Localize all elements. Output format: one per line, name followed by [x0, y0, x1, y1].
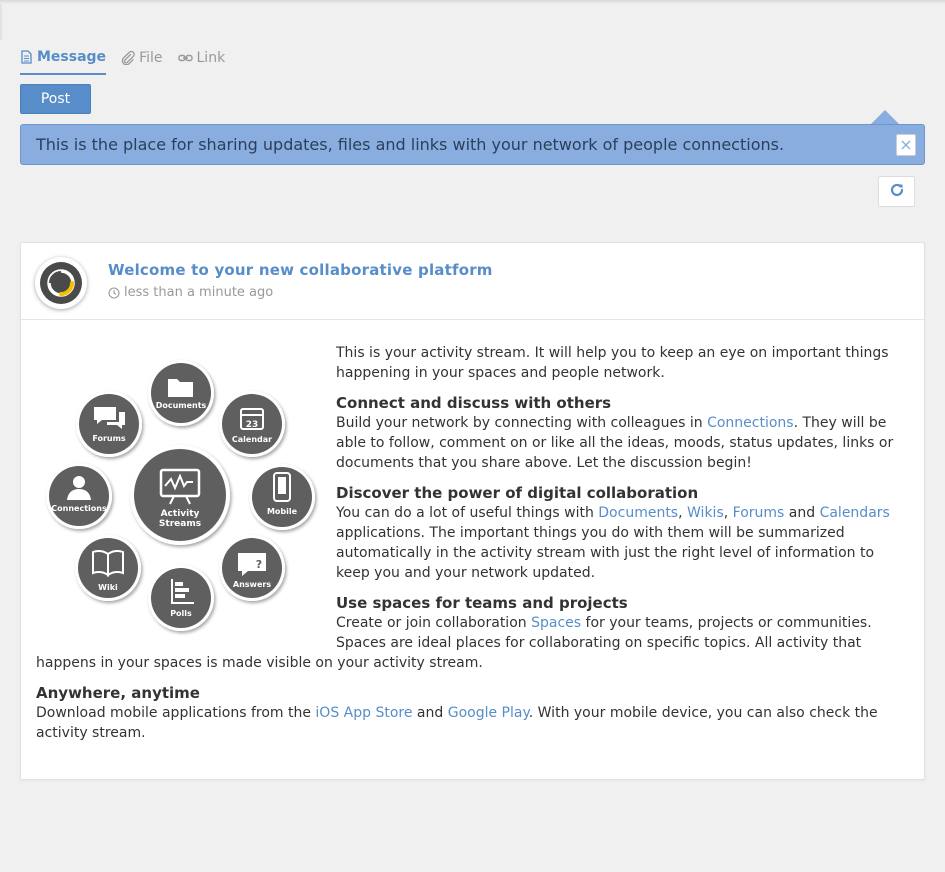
activity-card: Welcome to your new collaborative platfo… — [20, 242, 925, 780]
tab-message[interactable]: Message — [20, 44, 107, 75]
feature-node-polls: Polls — [148, 565, 214, 631]
activity-title[interactable]: Welcome to your new collaborative platfo… — [108, 261, 493, 279]
document-icon — [20, 50, 33, 64]
text-fragment: applications. The important things you d… — [336, 525, 875, 581]
feature-center-line2: Streams — [159, 519, 201, 529]
section-text-mobile: Download mobile applications from the iO… — [36, 703, 911, 743]
feature-label-forums: Forums — [92, 434, 126, 443]
feature-label-calendar: Calendar — [232, 435, 272, 444]
feature-node-calendar: 23 Calendar — [219, 391, 285, 457]
feature-label-answers: Answers — [233, 580, 271, 589]
documents-link[interactable]: Documents — [598, 505, 678, 521]
text-fragment: Download mobile applications from the — [36, 705, 316, 721]
avatar[interactable] — [35, 257, 87, 309]
platform-features-illustration: Activity Streams Documents 23 Calendar M… — [46, 360, 315, 631]
feature-node-connections: Connections — [46, 463, 112, 529]
tab-file-label: File — [139, 50, 163, 66]
text-fragment: and — [412, 705, 448, 721]
feature-node-mobile: Mobile — [249, 464, 315, 530]
ios-app-store-link[interactable]: iOS App Store — [315, 705, 412, 721]
svg-text:23: 23 — [246, 420, 259, 430]
tab-link[interactable]: Link — [177, 44, 226, 72]
feature-label-mobile: Mobile — [267, 507, 298, 516]
activity-timestamp: less than a minute ago — [108, 285, 273, 300]
feature-center-node: Activity Streams — [130, 445, 230, 545]
spaces-link[interactable]: Spaces — [531, 615, 581, 631]
info-banner: This is the place for sharing updates, f… — [20, 124, 925, 165]
connections-link[interactable]: Connections — [707, 415, 794, 431]
close-icon: × — [899, 135, 913, 154]
text-fragment: You can do a lot of useful things with — [336, 505, 599, 521]
refresh-icon — [889, 182, 905, 202]
feature-node-answers: ? Answers — [219, 535, 285, 601]
banner-pointer — [871, 110, 899, 124]
activity-header: Welcome to your new collaborative platfo… — [21, 243, 924, 320]
post-button[interactable]: Post — [20, 84, 91, 114]
feature-label-wiki: Wiki — [98, 583, 118, 592]
feature-center-line1: Activity — [161, 509, 200, 519]
text-fragment: Build your network by connecting with co… — [336, 415, 708, 431]
text-fragment: , — [678, 505, 688, 521]
forums-link[interactable]: Forums — [733, 505, 785, 521]
wikis-link[interactable]: Wikis — [687, 505, 724, 521]
feature-node-forums: Forums — [76, 391, 142, 457]
paperclip-icon — [121, 51, 135, 65]
text-fragment: Create or join collaboration — [336, 615, 532, 631]
clock-icon — [108, 286, 120, 299]
tab-link-label: Link — [196, 50, 226, 66]
section-heading-mobile: Anywhere, anytime — [36, 684, 200, 702]
svg-text:?: ? — [256, 558, 262, 571]
link-icon — [177, 53, 193, 63]
tab-message-label: Message — [37, 49, 107, 65]
text-fragment: and — [784, 505, 820, 521]
calendars-link[interactable]: Calendars — [820, 505, 890, 521]
refresh-button[interactable] — [878, 176, 915, 207]
top-shadow — [0, 0, 945, 4]
left-edge — [0, 4, 2, 40]
feature-label-documents: Documents — [156, 401, 207, 410]
activity-body: Activity Streams Documents 23 Calendar M… — [36, 343, 911, 753]
feature-node-wiki: Wiki — [75, 535, 141, 601]
composer-tabs: Message File Link — [20, 44, 240, 75]
feature-node-documents: Documents — [148, 360, 214, 426]
feature-label-connections: Connections — [51, 504, 107, 513]
feature-label-polls: Polls — [170, 609, 192, 618]
close-button[interactable]: × — [896, 134, 916, 156]
tab-file[interactable]: File — [121, 44, 163, 72]
text-fragment: , — [723, 505, 733, 521]
avatar-logo-icon — [40, 262, 82, 304]
activity-time-text: less than a minute ago — [124, 285, 274, 300]
banner-text: This is the place for sharing updates, f… — [36, 135, 785, 154]
google-play-link[interactable]: Google Play — [448, 705, 529, 721]
